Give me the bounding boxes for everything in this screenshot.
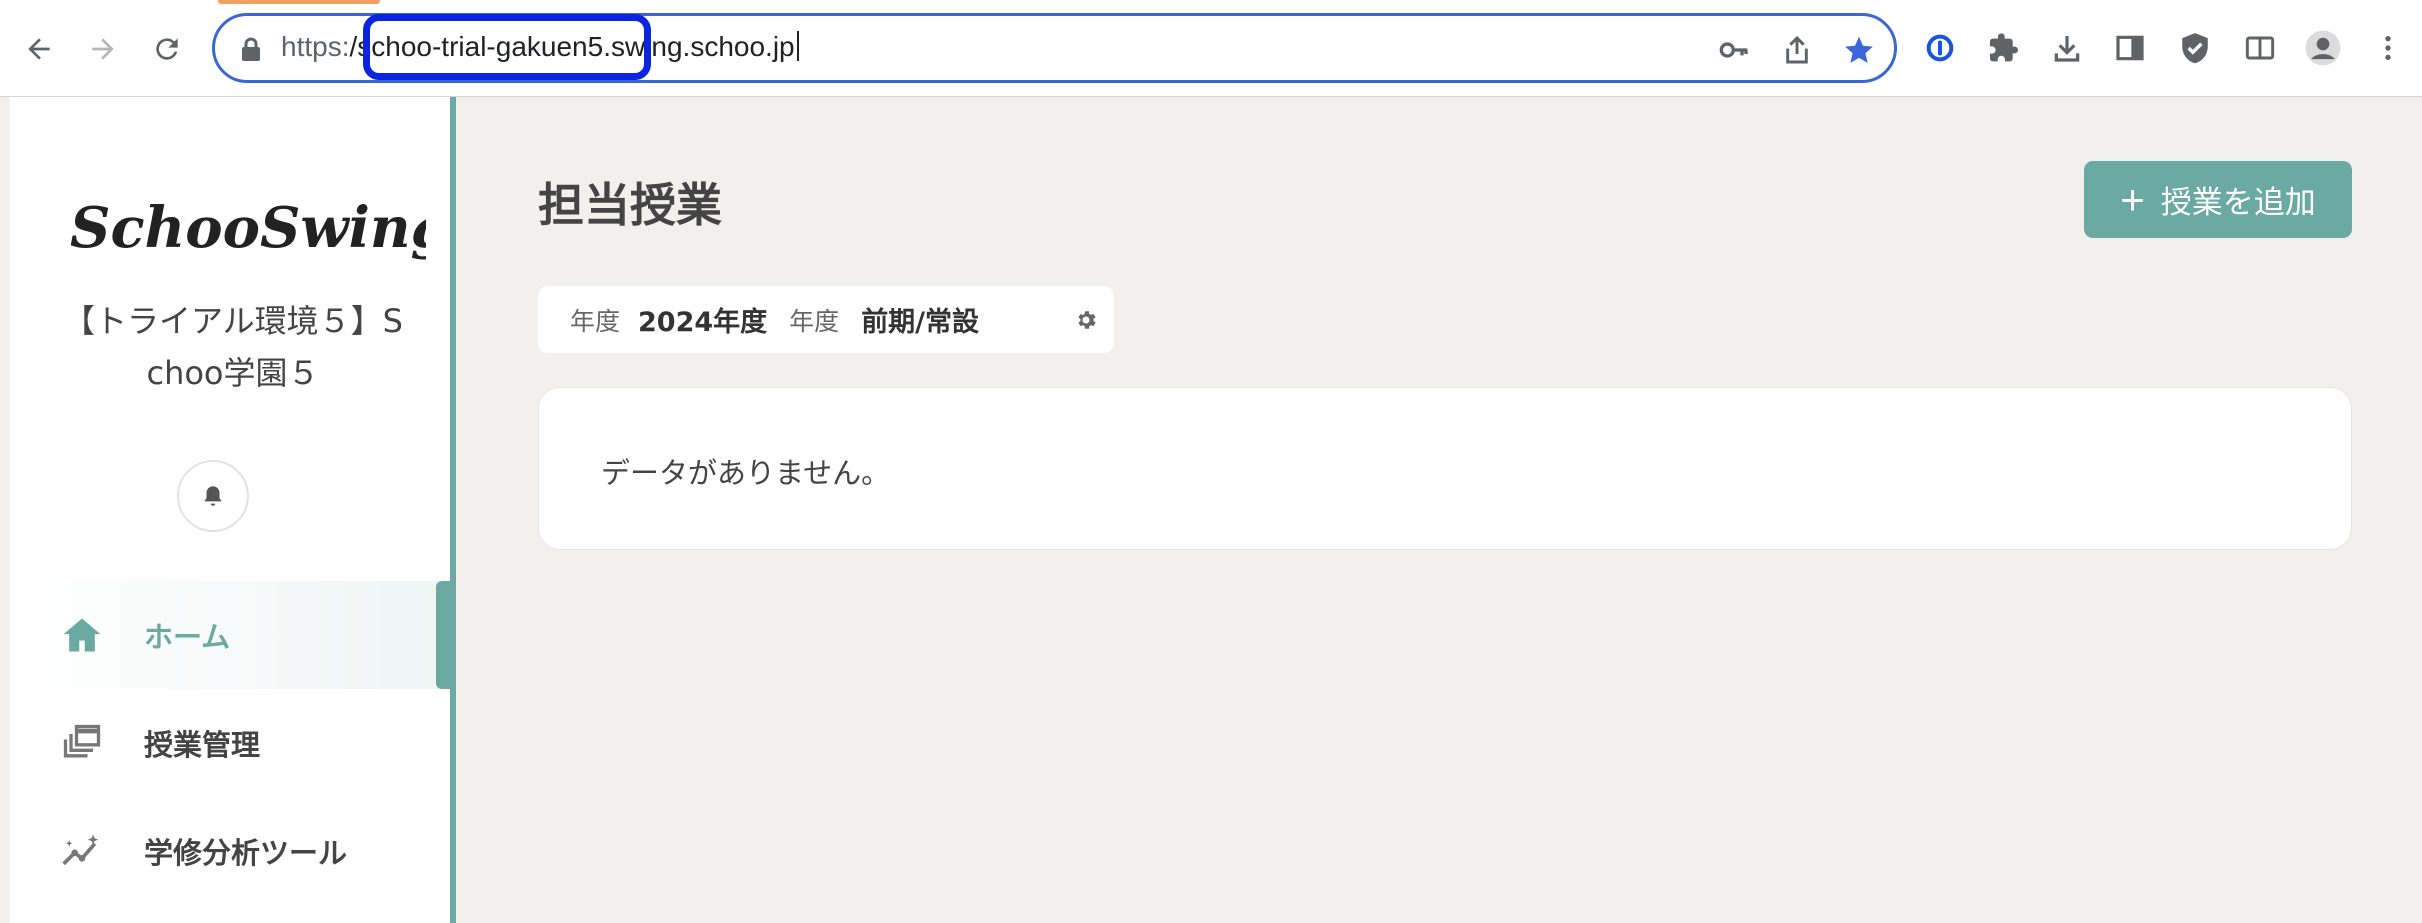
- sidebar: SchooSwing 【トライアル環境５】S choo学園５ ホーム 授業管理 …: [0, 97, 456, 923]
- term-value: 前期/常設: [861, 307, 980, 338]
- password-manager-icon[interactable]: [1920, 28, 1960, 68]
- term-filter[interactable]: 年度 2024年度 年度 前期/常設: [538, 286, 1114, 353]
- lock-icon[interactable]: [239, 36, 263, 62]
- more-menu-icon[interactable]: [2368, 28, 2408, 68]
- school-name-line1: 【トライアル環境５】S: [63, 302, 403, 340]
- home-icon: [63, 618, 101, 652]
- shield-icon[interactable]: [2175, 28, 2215, 68]
- sidebar-item-classes[interactable]: 授業管理: [10, 689, 450, 797]
- sidebar-item-label: 学修分析ツール: [144, 836, 348, 870]
- key-icon[interactable]: [1718, 34, 1750, 66]
- classes-icon: [63, 724, 101, 758]
- add-class-button[interactable]: + 授業を追加: [2084, 161, 2352, 238]
- extensions-icon[interactable]: [1984, 28, 2024, 68]
- plus-icon: +: [2120, 175, 2145, 223]
- gear-icon[interactable]: [1074, 308, 1098, 332]
- page-content: SchooSwing 【トライアル環境５】S choo学園５ ホーム 授業管理 …: [0, 97, 2422, 923]
- year-value: 2024年度: [638, 307, 768, 338]
- school-name: 【トライアル環境５】S choo学園５: [38, 295, 428, 399]
- school-name-line2: choo学園５: [146, 354, 320, 392]
- sidebar-item-home[interactable]: ホーム: [10, 581, 450, 689]
- term-label: 年度: [789, 306, 840, 336]
- reload-icon[interactable]: [146, 28, 188, 70]
- star-icon[interactable]: [1843, 34, 1875, 66]
- sidebar-item-label: ホーム: [144, 620, 231, 654]
- year-label: 年度: [570, 306, 621, 336]
- empty-message: データがありません。: [601, 456, 891, 490]
- notification-button[interactable]: [177, 460, 249, 532]
- forward-arrow-icon[interactable]: [82, 28, 124, 70]
- bell-icon: [204, 486, 222, 506]
- url-highlight-annotation: [363, 14, 651, 80]
- page-title: 担当授業: [538, 178, 722, 232]
- logo-text: SchooSwing: [70, 195, 426, 261]
- url-scheme: https:: [281, 31, 350, 62]
- sidebar-item-analytics[interactable]: 学修分析ツール: [10, 797, 450, 905]
- address-bar[interactable]: https:/schoo-trial-gakuen5.swing.schoo.j…: [212, 13, 1897, 83]
- classes-list-card: データがありません。: [538, 387, 2352, 550]
- browser-toolbar: https:/schoo-trial-gakuen5.swing.schoo.j…: [0, 0, 2422, 97]
- profile-icon[interactable]: [2303, 28, 2343, 68]
- sidebar-item-label: 授業管理: [144, 728, 261, 762]
- schooswing-logo[interactable]: SchooSwing: [66, 185, 426, 275]
- add-class-label: 授業を追加: [2160, 185, 2316, 220]
- active-tab-indicator: [218, 0, 380, 4]
- text-caret: [796, 31, 799, 61]
- analytics-icon: [62, 834, 99, 866]
- sidepanel-icon[interactable]: [2110, 28, 2150, 68]
- download-icon[interactable]: [2047, 28, 2087, 68]
- active-indicator: [436, 581, 450, 689]
- split-view-icon[interactable]: [2240, 28, 2280, 68]
- back-arrow-icon[interactable]: [18, 28, 60, 70]
- share-icon[interactable]: [1781, 34, 1813, 66]
